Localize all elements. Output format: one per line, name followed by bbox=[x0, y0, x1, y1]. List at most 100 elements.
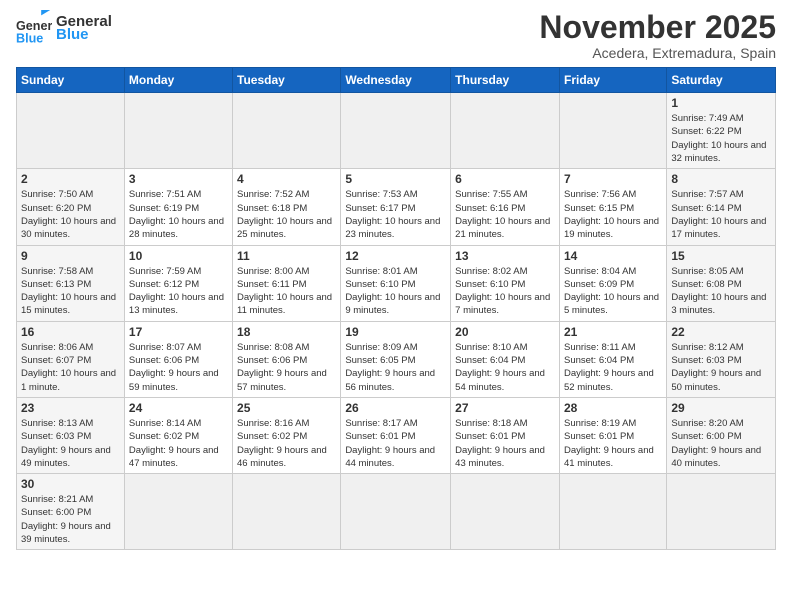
svg-text:Blue: Blue bbox=[16, 31, 43, 45]
col-saturday: Saturday bbox=[667, 68, 776, 93]
day-info: Sunrise: 8:10 AM Sunset: 6:04 PM Dayligh… bbox=[455, 341, 555, 394]
day-info: Sunrise: 7:50 AM Sunset: 6:20 PM Dayligh… bbox=[21, 188, 120, 241]
day-info: Sunrise: 7:51 AM Sunset: 6:19 PM Dayligh… bbox=[129, 188, 228, 241]
day-number: 16 bbox=[21, 325, 120, 339]
day-info: Sunrise: 7:49 AM Sunset: 6:22 PM Dayligh… bbox=[671, 112, 771, 165]
table-row: 14 Sunrise: 8:04 AM Sunset: 6:09 PM Dayli… bbox=[559, 245, 666, 321]
table-row: 29Sunrise: 8:20 AM Sunset: 6:00 PM Dayli… bbox=[667, 397, 776, 473]
table-row bbox=[451, 93, 560, 169]
day-number: 10 bbox=[129, 249, 228, 263]
location: Acedera, Extremadura, Spain bbox=[539, 45, 776, 61]
day-number: 30 bbox=[21, 477, 120, 491]
table-row bbox=[341, 474, 451, 550]
day-info: Sunrise: 8:13 AM Sunset: 6:03 PM Dayligh… bbox=[21, 417, 120, 470]
day-number: 15 bbox=[671, 249, 771, 263]
day-number: 20 bbox=[455, 325, 555, 339]
table-row bbox=[233, 474, 341, 550]
page: General Blue General Blue November 2025 … bbox=[0, 0, 792, 560]
table-row: 6Sunrise: 7:55 AM Sunset: 6:16 PM Daylig… bbox=[451, 169, 560, 245]
day-number: 23 bbox=[21, 401, 120, 415]
day-info: Sunrise: 8:00 AM Sunset: 6:11 PM Dayligh… bbox=[237, 265, 336, 318]
col-thursday: Thursday bbox=[451, 68, 560, 93]
table-row: 26Sunrise: 8:17 AM Sunset: 6:01 PM Dayli… bbox=[341, 397, 451, 473]
calendar-week-row: 23 Sunrise: 8:13 AM Sunset: 6:03 PM Dayli… bbox=[17, 397, 776, 473]
table-row: 22Sunrise: 8:12 AM Sunset: 6:03 PM Dayli… bbox=[667, 321, 776, 397]
col-wednesday: Wednesday bbox=[341, 68, 451, 93]
day-info: Sunrise: 8:01 AM Sunset: 6:10 PM Dayligh… bbox=[345, 265, 446, 318]
day-info: Sunrise: 7:56 AM Sunset: 6:15 PM Dayligh… bbox=[564, 188, 662, 241]
table-row: 13 Sunrise: 8:02 AM Sunset: 6:10 PM Dayli… bbox=[451, 245, 560, 321]
day-info: Sunrise: 8:05 AM Sunset: 6:08 PM Dayligh… bbox=[671, 265, 771, 318]
title-block: November 2025 Acedera, Extremadura, Spai… bbox=[539, 10, 776, 61]
day-number: 4 bbox=[237, 172, 336, 186]
month-title: November 2025 bbox=[539, 10, 776, 45]
day-info: Sunrise: 8:02 AM Sunset: 6:10 PM Dayligh… bbox=[455, 265, 555, 318]
day-info: Sunrise: 8:11 AM Sunset: 6:04 PM Dayligh… bbox=[564, 341, 662, 394]
table-row bbox=[124, 93, 232, 169]
day-number: 21 bbox=[564, 325, 662, 339]
table-row: 27 Sunrise: 8:18 AM Sunset: 6:01 PM Dayli… bbox=[451, 397, 560, 473]
day-number: 14 bbox=[564, 249, 662, 263]
header: General Blue General Blue November 2025 … bbox=[16, 10, 776, 61]
calendar-table: Sunday Monday Tuesday Wednesday Thursday… bbox=[16, 67, 776, 550]
day-info: Sunrise: 8:04 AM Sunset: 6:09 PM Dayligh… bbox=[564, 265, 662, 318]
day-number: 8 bbox=[671, 172, 771, 186]
day-number: 18 bbox=[237, 325, 336, 339]
day-number: 12 bbox=[345, 249, 446, 263]
day-info: Sunrise: 7:52 AM Sunset: 6:18 PM Dayligh… bbox=[237, 188, 336, 241]
table-row: 5 Sunrise: 7:53 AM Sunset: 6:17 PM Daylig… bbox=[341, 169, 451, 245]
table-row bbox=[559, 474, 666, 550]
table-row: 4 Sunrise: 7:52 AM Sunset: 6:18 PM Daylig… bbox=[233, 169, 341, 245]
day-number: 3 bbox=[129, 172, 228, 186]
day-info: Sunrise: 8:21 AM Sunset: 6:00 PM Dayligh… bbox=[21, 493, 120, 546]
table-row: 7 Sunrise: 7:56 AM Sunset: 6:15 PM Daylig… bbox=[559, 169, 666, 245]
day-number: 19 bbox=[345, 325, 446, 339]
table-row bbox=[17, 93, 125, 169]
day-info: Sunrise: 8:18 AM Sunset: 6:01 PM Dayligh… bbox=[455, 417, 555, 470]
day-info: Sunrise: 7:59 AM Sunset: 6:12 PM Dayligh… bbox=[129, 265, 228, 318]
table-row bbox=[451, 474, 560, 550]
table-row: 24Sunrise: 8:14 AM Sunset: 6:02 PM Dayli… bbox=[124, 397, 232, 473]
calendar-week-row: 1Sunrise: 7:49 AM Sunset: 6:22 PM Daylig… bbox=[17, 93, 776, 169]
day-number: 24 bbox=[129, 401, 228, 415]
table-row bbox=[124, 474, 232, 550]
col-sunday: Sunday bbox=[17, 68, 125, 93]
day-info: Sunrise: 8:17 AM Sunset: 6:01 PM Dayligh… bbox=[345, 417, 446, 470]
day-number: 2 bbox=[21, 172, 120, 186]
day-info: Sunrise: 7:53 AM Sunset: 6:17 PM Dayligh… bbox=[345, 188, 446, 241]
calendar-week-row: 30 Sunrise: 8:21 AM Sunset: 6:00 PM Dayli… bbox=[17, 474, 776, 550]
day-info: Sunrise: 8:07 AM Sunset: 6:06 PM Dayligh… bbox=[129, 341, 228, 394]
day-number: 7 bbox=[564, 172, 662, 186]
table-row: 8Sunrise: 7:57 AM Sunset: 6:14 PM Daylig… bbox=[667, 169, 776, 245]
table-row bbox=[559, 93, 666, 169]
table-row: 19Sunrise: 8:09 AM Sunset: 6:05 PM Dayli… bbox=[341, 321, 451, 397]
table-row: 11Sunrise: 8:00 AM Sunset: 6:11 PM Dayli… bbox=[233, 245, 341, 321]
table-row: 16 Sunrise: 8:06 AM Sunset: 6:07 PM Dayli… bbox=[17, 321, 125, 397]
table-row: 25Sunrise: 8:16 AM Sunset: 6:02 PM Dayli… bbox=[233, 397, 341, 473]
table-row: 28Sunrise: 8:19 AM Sunset: 6:01 PM Dayli… bbox=[559, 397, 666, 473]
table-row: 23 Sunrise: 8:13 AM Sunset: 6:03 PM Dayli… bbox=[17, 397, 125, 473]
table-row: 15 Sunrise: 8:05 AM Sunset: 6:08 PM Dayli… bbox=[667, 245, 776, 321]
day-info: Sunrise: 8:06 AM Sunset: 6:07 PM Dayligh… bbox=[21, 341, 120, 394]
calendar-week-row: 16 Sunrise: 8:06 AM Sunset: 6:07 PM Dayli… bbox=[17, 321, 776, 397]
table-row: 30 Sunrise: 8:21 AM Sunset: 6:00 PM Dayli… bbox=[17, 474, 125, 550]
day-number: 27 bbox=[455, 401, 555, 415]
table-row: 17 Sunrise: 8:07 AM Sunset: 6:06 PM Dayli… bbox=[124, 321, 232, 397]
day-info: Sunrise: 8:08 AM Sunset: 6:06 PM Dayligh… bbox=[237, 341, 336, 394]
logo-blue: Blue bbox=[56, 26, 112, 43]
day-info: Sunrise: 8:16 AM Sunset: 6:02 PM Dayligh… bbox=[237, 417, 336, 470]
day-number: 6 bbox=[455, 172, 555, 186]
day-number: 29 bbox=[671, 401, 771, 415]
logo-icon: General Blue bbox=[16, 10, 52, 46]
day-number: 13 bbox=[455, 249, 555, 263]
col-monday: Monday bbox=[124, 68, 232, 93]
table-row: 2 Sunrise: 7:50 AM Sunset: 6:20 PM Daylig… bbox=[17, 169, 125, 245]
table-row bbox=[233, 93, 341, 169]
day-info: Sunrise: 8:19 AM Sunset: 6:01 PM Dayligh… bbox=[564, 417, 662, 470]
calendar-week-row: 9Sunrise: 7:58 AM Sunset: 6:13 PM Daylig… bbox=[17, 245, 776, 321]
day-number: 5 bbox=[345, 172, 446, 186]
table-row bbox=[667, 474, 776, 550]
calendar-header-row: Sunday Monday Tuesday Wednesday Thursday… bbox=[17, 68, 776, 93]
table-row bbox=[341, 93, 451, 169]
day-number: 17 bbox=[129, 325, 228, 339]
